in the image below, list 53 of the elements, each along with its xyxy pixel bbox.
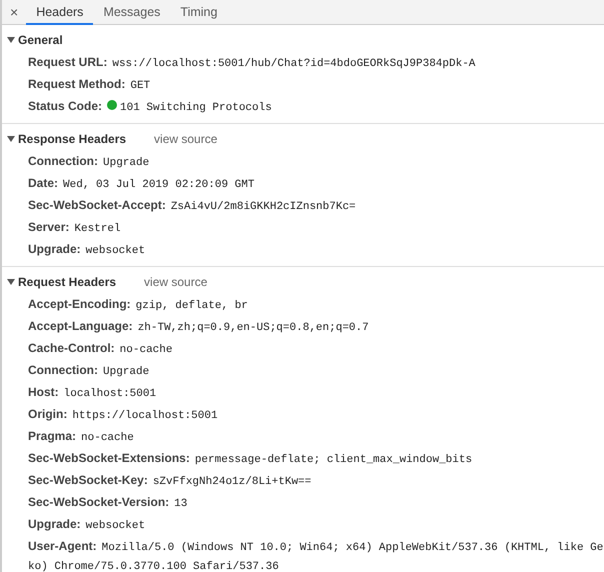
section-toggle[interactable]: Request Headers	[7, 275, 116, 289]
section-toggle[interactable]: General	[7, 33, 63, 47]
header-name: Status Code:	[28, 98, 102, 115]
header-value: Kestrel	[74, 222, 121, 237]
header-value: Upgrade	[103, 365, 150, 380]
header-name: Accept-Language:	[28, 318, 133, 335]
header-name: Request URL:	[28, 54, 108, 71]
header-value: 13	[174, 497, 188, 512]
header-name: Cache-Control:	[28, 340, 115, 357]
header-name: Host:	[28, 384, 59, 401]
header-name: Pragma:	[28, 428, 76, 445]
header-value: ZsAi4vU/2m8iGKKH2cIZnsnb7Kc=	[170, 200, 356, 215]
header-value: 101 Switching Protocols	[120, 101, 272, 116]
header-value: gzip, deflate, br	[136, 299, 248, 314]
close-button[interactable]: ×	[2, 0, 26, 24]
header-value: no-cache	[120, 343, 172, 358]
caret-icon	[7, 278, 15, 286]
header-value: Wed, 03 Jul 2019 02:20:09 GMT	[63, 178, 254, 193]
header-value: Upgrade	[103, 156, 150, 171]
header-value: GET	[130, 79, 150, 94]
header-name: Connection:	[28, 362, 98, 379]
header-value: websocket	[86, 519, 146, 534]
header-value: websocket	[86, 244, 146, 259]
header-value: sZvFfxgNh24o1z/8Li+tKw==	[152, 475, 312, 490]
header-value: localhost:5001	[64, 387, 156, 402]
section-toggle[interactable]: Response Headers	[7, 132, 126, 146]
header-name: Request Method:	[28, 76, 126, 93]
tab[interactable]: Timing	[170, 0, 228, 25]
caret-icon	[7, 36, 15, 44]
header-name: Sec-WebSocket-Version:	[28, 494, 170, 511]
header-name: Connection:	[28, 153, 98, 170]
header-name: Origin:	[28, 406, 68, 423]
header-value: https://localhost:5001	[72, 409, 218, 424]
tab[interactable]: Messages	[93, 0, 170, 25]
header-name: Accept-Encoding:	[28, 296, 131, 313]
view-source-link[interactable]: view source	[144, 275, 208, 289]
header-value: zh-TW,zh;q=0.9,en-US;q=0.8,en;q=0.7	[138, 321, 369, 336]
view-source-link[interactable]: view source	[154, 132, 218, 146]
header-name: Upgrade:	[28, 516, 81, 533]
header-value: permessage-deflate; client_max_window_bits	[194, 453, 472, 468]
header-value: Mozilla/5.0 (Windows NT 10.0; Win64; x64) AppleWebKit/537.36 (KHTML, like Ge	[102, 541, 604, 556]
tab[interactable]: Headers	[26, 0, 94, 25]
header-value: ko) Chrome/75.0.3770.100 Safari/537.36	[27, 560, 280, 572]
header-name: User-Agent:	[28, 538, 97, 555]
header-name: Date:	[28, 175, 58, 192]
header-name: Sec-WebSocket-Key:	[28, 472, 148, 489]
header-value: no-cache	[81, 431, 134, 446]
caret-icon	[7, 135, 15, 143]
header-value: wss://localhost:5001/hub/Chat?id=4bdoGEORkSqJ9P384pDk-A	[112, 57, 476, 72]
header-name: Server:	[28, 219, 70, 236]
header-name: Upgrade:	[28, 241, 81, 258]
header-name: Sec-WebSocket-Extensions:	[28, 450, 190, 467]
header-name: Sec-WebSocket-Accept:	[28, 197, 166, 214]
